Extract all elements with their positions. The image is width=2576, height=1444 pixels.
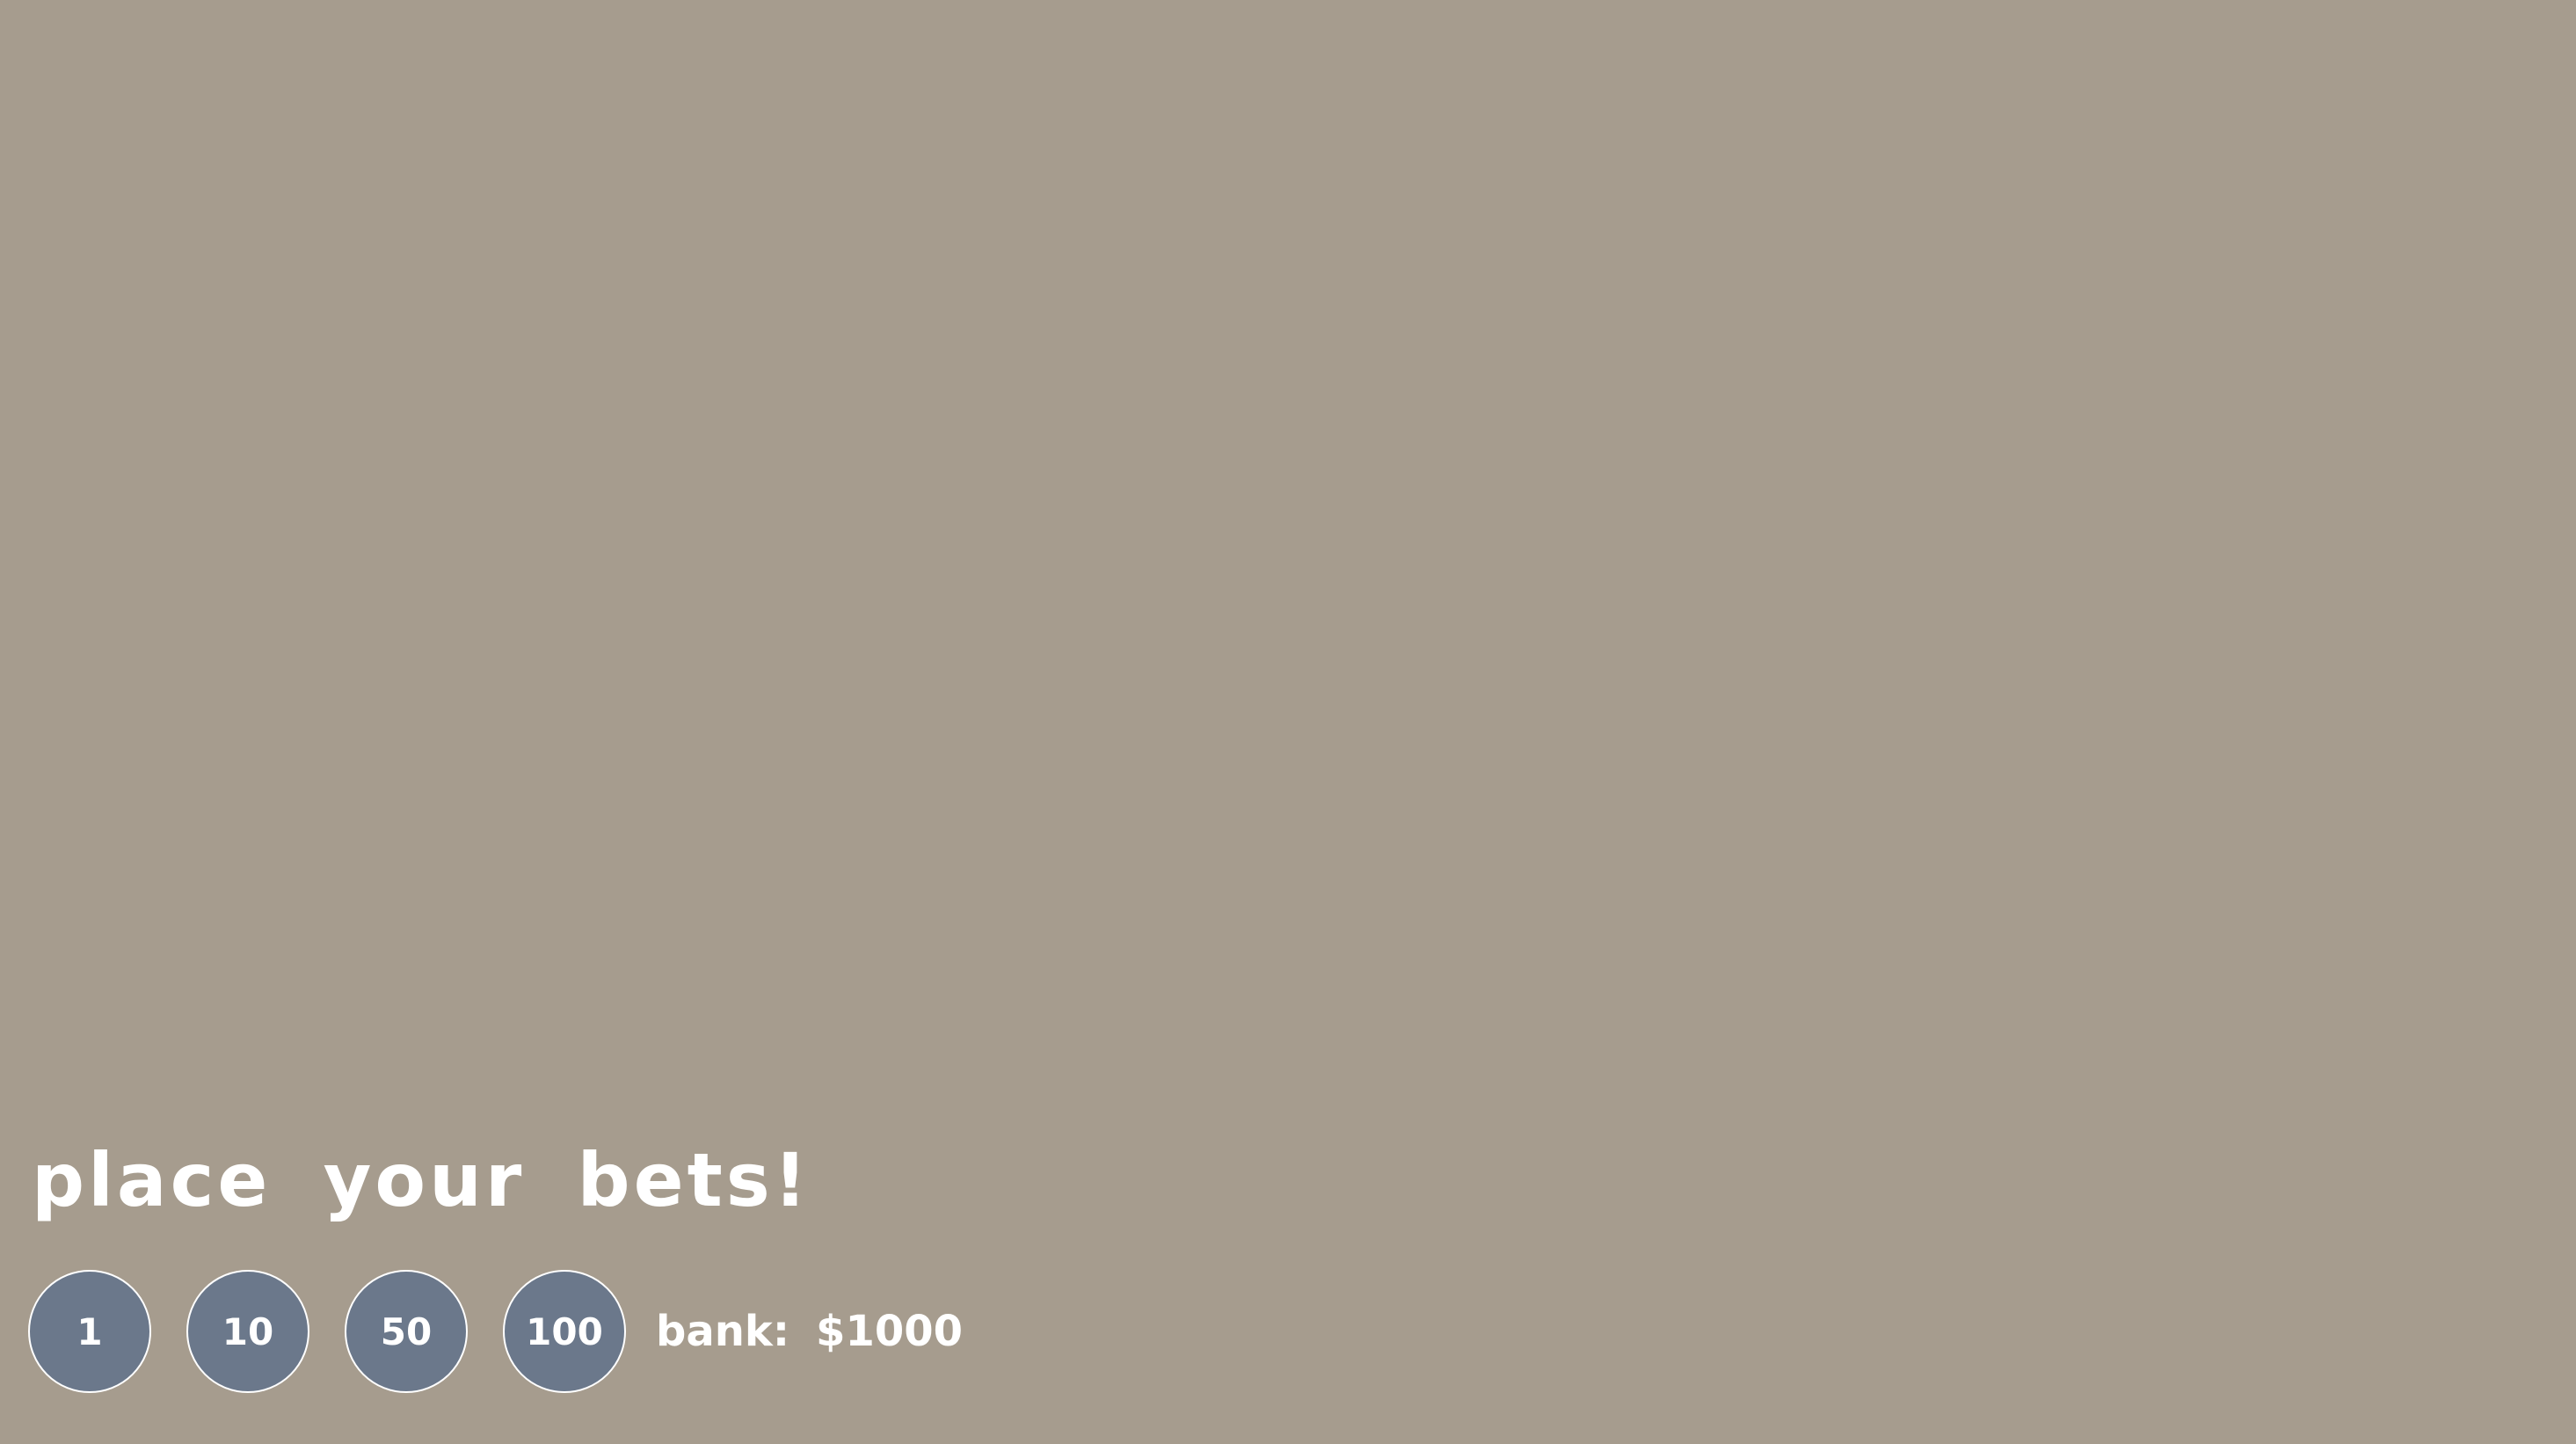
chip-100-button[interactable]: 100 [503,1270,626,1393]
chip-10-button[interactable]: 10 [186,1270,309,1393]
bank-display: bank: $1000 [656,1307,963,1356]
bet-prompt: place your bets! [32,1137,811,1223]
bank-label: bank: [656,1307,790,1356]
bank-value: $1000 [816,1307,964,1356]
bet-bar: 1 10 50 100 bank: $1000 [28,1270,963,1393]
chip-label: 100 [526,1309,603,1353]
chip-label: 10 [222,1309,274,1353]
chip-label: 50 [380,1309,433,1353]
chip-50-button[interactable]: 50 [345,1270,468,1393]
chip-1-button[interactable]: 1 [28,1270,151,1393]
chip-label: 1 [76,1309,103,1353]
